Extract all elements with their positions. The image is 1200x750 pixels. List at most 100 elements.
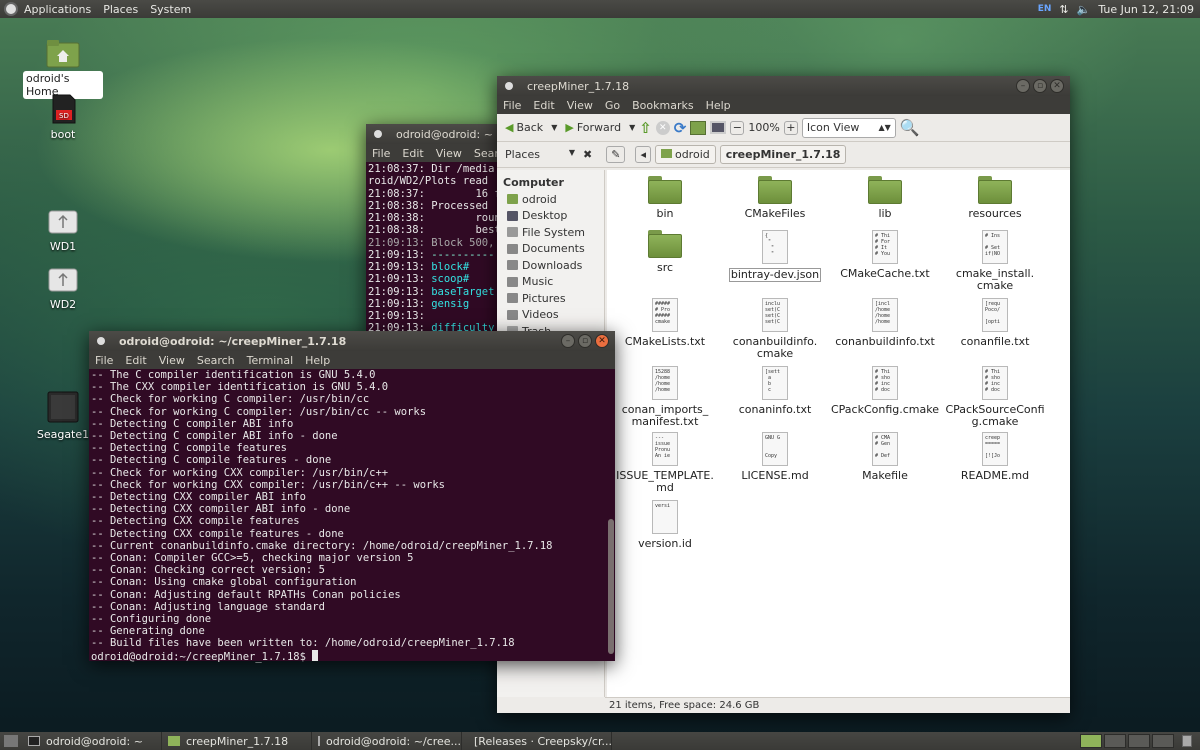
file-item[interactable]: # Ins # Set if(NO cmake_install. cmake (941, 230, 1049, 292)
menu-file[interactable]: File (89, 354, 119, 367)
places-menu[interactable]: Places (97, 3, 144, 16)
zoom-in-icon[interactable]: + (783, 120, 798, 135)
terminal-output[interactable]: -- The C compiler identification is GNU … (89, 369, 615, 663)
system-menu[interactable]: System (144, 3, 197, 16)
ubuntu-logo-icon[interactable] (4, 2, 18, 16)
file-item[interactable]: { " " " bintray-dev.json (721, 230, 829, 282)
terminal-window-front[interactable]: odroid@odroid: ~/creepMiner_1.7.18 – ▫ ✕… (89, 331, 615, 663)
file-item[interactable]: # Thi # For # It # You CMakeCache.txt (831, 230, 939, 280)
keyboard-layout-indicator[interactable]: EN (1038, 4, 1052, 14)
terminal-prompt[interactable]: odroid@odroid:~/creepMiner_1.7.18$ (91, 649, 603, 663)
terminal-window-back[interactable]: odroid@odroid: ~ File Edit View Search 2… (366, 124, 512, 335)
computer-icon[interactable] (710, 121, 727, 134)
show-desktop-icon[interactable] (4, 735, 18, 747)
file-item[interactable]: [incl /home /home /home conanbuildinfo.tx… (831, 298, 939, 348)
close-sidebar-icon[interactable]: ✖ (583, 148, 592, 161)
minimize-button[interactable]: – (561, 334, 575, 348)
menu-bookmarks[interactable]: Bookmarks (626, 99, 699, 112)
file-item[interactable]: inclu set(C set(C set(C conanbuildinfo. c… (721, 298, 829, 360)
file-item[interactable]: versi version.id (611, 500, 719, 550)
search-icon[interactable]: 🔍 (900, 118, 920, 137)
zoom-out-icon[interactable]: − (730, 120, 745, 135)
trash-icon[interactable] (1182, 735, 1192, 747)
network-icon[interactable]: ⇅ (1059, 3, 1068, 16)
file-item[interactable]: [sett a b c conaninfo.txt (721, 366, 829, 416)
sidebar-item-desktop[interactable]: Desktop (497, 208, 604, 225)
terminal-scrollbar[interactable] (608, 519, 614, 654)
menu-edit[interactable]: Edit (119, 354, 152, 367)
sidebar-item-odroid[interactable]: odroid (497, 191, 604, 208)
clock[interactable]: Tue Jun 12, 21:09 (1098, 3, 1194, 16)
menu-file[interactable]: File (366, 147, 396, 160)
breadcrumb-current[interactable]: creepMiner_1.7.18 (719, 145, 847, 164)
close-button[interactable]: ✕ (1050, 79, 1064, 93)
terminal-output[interactable]: 21:08:37: Dir /media roid/WD2/Plots read 2… (366, 162, 506, 335)
desktop-icon-wd2[interactable]: WD2 (23, 266, 103, 312)
taskbar-item-browser[interactable]: [Releases · Creepsky/cr... (462, 732, 612, 750)
file-item[interactable]: --- issue Pronu An ie ISSUE_TEMPLATE. md (611, 432, 719, 494)
close-button[interactable]: ✕ (595, 334, 609, 348)
file-item[interactable]: GNU G Copy LICENSE.md (721, 432, 829, 482)
breadcrumb-odroid[interactable]: odroid (654, 145, 716, 164)
folder-item[interactable]: lib (831, 176, 939, 220)
taskbar-item-file-manager[interactable]: creepMiner_1.7.18 (162, 732, 312, 750)
file-item[interactable]: # CMA # Gen # Def Makefile (831, 432, 939, 482)
volume-icon[interactable]: 🔈 (1077, 3, 1091, 16)
file-item[interactable]: # Thi # sho # inc # doc CPackConfig.cmake (831, 366, 939, 416)
taskbar-item-terminal-1[interactable]: odroid@odroid: ~ (22, 732, 162, 750)
workspace-3[interactable] (1128, 734, 1150, 748)
folder-item[interactable]: CMakeFiles (721, 176, 829, 220)
forward-history-dropdown[interactable]: ▼ (629, 123, 635, 132)
breadcrumb-left-icon[interactable]: ◂ (635, 146, 651, 163)
desktop-icon-wd1[interactable]: WD1 (23, 208, 103, 254)
menu-help[interactable]: Help (700, 99, 737, 112)
places-dropdown[interactable]: Places ▼ (501, 148, 575, 161)
back-button[interactable]: ◀ Back (501, 119, 547, 136)
folder-item[interactable]: resources (941, 176, 1049, 220)
sidebar-item-videos[interactable]: Videos (497, 307, 604, 324)
menu-help[interactable]: Help (299, 354, 336, 367)
window-titlebar[interactable]: odroid@odroid: ~ (366, 124, 506, 144)
file-item[interactable]: creep ===== [![Jo README.md (941, 432, 1049, 482)
file-icon-view[interactable]: bin CMakeFiles lib resources src { " " " bintr… (607, 170, 1070, 697)
sidebar-item-pictures[interactable]: Pictures (497, 290, 604, 307)
sidebar-item-downloads[interactable]: Downloads (497, 257, 604, 274)
desktop-icon-boot[interactable]: SD boot (23, 94, 103, 142)
folder-item[interactable]: bin (611, 176, 719, 220)
workspace-2[interactable] (1104, 734, 1126, 748)
taskbar-item-terminal-2[interactable]: odroid@odroid: ~/cree... (312, 732, 462, 750)
window-titlebar[interactable]: odroid@odroid: ~/creepMiner_1.7.18 – ▫ ✕ (89, 331, 615, 351)
menu-view[interactable]: View (430, 147, 468, 160)
home-icon[interactable] (690, 120, 707, 135)
workspace-4[interactable] (1152, 734, 1174, 748)
reload-icon[interactable]: ⟳ (674, 119, 687, 137)
maximize-button[interactable]: ▫ (1033, 79, 1047, 93)
sidebar-item-music[interactable]: Music (497, 274, 604, 291)
sidebar-item-file-system[interactable]: File System (497, 224, 604, 241)
back-history-dropdown[interactable]: ▼ (551, 123, 557, 132)
menu-terminal[interactable]: Terminal (241, 354, 300, 367)
menu-search[interactable]: Search (191, 354, 241, 367)
maximize-button[interactable]: ▫ (578, 334, 592, 348)
edit-location-icon[interactable]: ✎ (606, 146, 626, 163)
minimize-button[interactable]: – (1016, 79, 1030, 93)
desktop-icon-home[interactable]: odroid's Home (23, 38, 103, 99)
up-icon[interactable]: ⇧ (639, 119, 652, 137)
window-menu-icon[interactable] (97, 337, 105, 345)
applications-menu[interactable]: Applications (18, 3, 97, 16)
sidebar-item-documents[interactable]: Documents (497, 241, 604, 258)
window-menu-icon[interactable] (374, 130, 382, 138)
menu-view[interactable]: View (153, 354, 191, 367)
workspace-1[interactable] (1080, 734, 1102, 748)
window-titlebar[interactable]: creepMiner_1.7.18 – ▫ ✕ (497, 76, 1070, 96)
menu-edit[interactable]: Edit (396, 147, 429, 160)
file-item[interactable]: 15288 /home /home /home conan_imports_ ma… (611, 366, 719, 428)
file-item[interactable]: # Thi # sho # inc # doc CPackSourceConfi … (941, 366, 1049, 428)
menu-file[interactable]: File (497, 99, 527, 112)
menu-go[interactable]: Go (599, 99, 626, 112)
window-menu-icon[interactable] (505, 82, 513, 90)
forward-button[interactable]: ▶ Forward (561, 119, 625, 136)
file-item[interactable]: ##### # Pro ##### cmake CMakeLists.txt (611, 298, 719, 348)
stop-icon[interactable]: ✕ (655, 120, 670, 135)
file-item[interactable]: [requ Poco/ [opti conanfile.txt (941, 298, 1049, 348)
